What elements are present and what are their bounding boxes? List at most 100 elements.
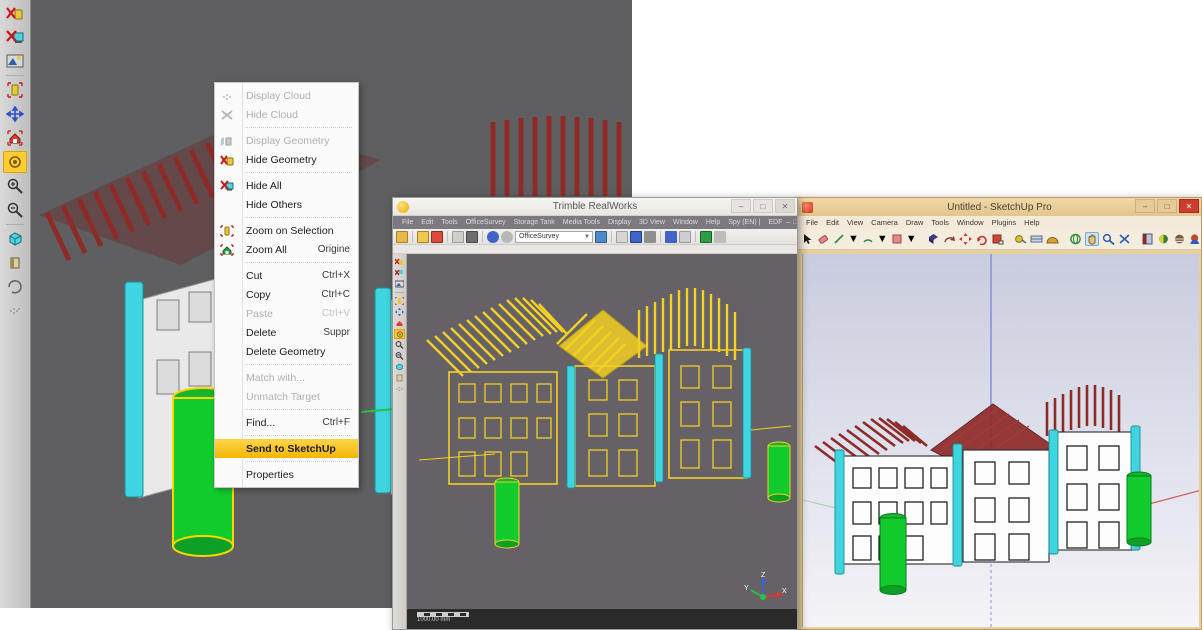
trimble-realworks-window[interactable]: Trimble RealWorks – □ ✕ File Edit Tools … <box>392 197 798 630</box>
section-icon[interactable] <box>394 373 405 383</box>
menu-3d-view[interactable]: 3D View <box>635 219 669 226</box>
menu-edf[interactable]: EDF <box>764 219 786 226</box>
open-icon[interactable] <box>396 230 408 243</box>
menu-file[interactable]: File <box>802 218 822 227</box>
cloud-icon[interactable] <box>394 384 405 394</box>
maximize-button[interactable]: □ <box>753 199 773 213</box>
hide-all-icon[interactable] <box>394 268 405 278</box>
hide-geometry-icon[interactable] <box>3 2 27 24</box>
zoom-in-icon[interactable] <box>394 340 405 350</box>
menu-item-paste[interactable]: Paste Ctrl+V <box>215 304 358 323</box>
pushpull-icon[interactable] <box>927 232 940 246</box>
inspect-icon[interactable] <box>630 230 642 243</box>
menu-item-hide-geometry[interactable]: Hide Geometry <box>215 150 358 169</box>
hide-geometry-icon[interactable] <box>394 257 405 267</box>
menu-storage-tank[interactable]: Storage Tank <box>510 219 559 226</box>
realworks-3d-viewport[interactable]: Z X Y 1000.00 mm <box>407 254 797 629</box>
menu-item-zoom-all[interactable]: Zoom All Origine <box>215 240 358 259</box>
menu-item-copy[interactable]: Copy Ctrl+C <box>215 285 358 304</box>
zoom-all-icon[interactable] <box>394 318 405 328</box>
tape-measure-icon[interactable] <box>1014 232 1027 246</box>
undo-icon[interactable] <box>487 230 499 243</box>
realworks-title-bar[interactable]: Trimble RealWorks – □ ✕ <box>393 198 797 216</box>
box-view-icon[interactable] <box>3 228 27 250</box>
menu-item-send-to-sketchup[interactable]: Send to SketchUp <box>215 439 358 458</box>
maximize-button[interactable]: □ <box>1157 199 1177 213</box>
menu-item-delete[interactable]: Delete Suppr <box>215 323 358 342</box>
zoom-all-icon[interactable] <box>3 127 27 149</box>
menu-file[interactable]: File <box>398 219 417 226</box>
menu-edit[interactable]: Edit <box>417 219 437 226</box>
list-icon[interactable] <box>452 230 464 243</box>
menu-help[interactable]: Help <box>702 219 724 226</box>
zoom-out-icon[interactable] <box>394 351 405 361</box>
menu-window[interactable]: Window <box>669 219 702 226</box>
realworks-vertical-toolbar[interactable] <box>393 254 407 629</box>
shadows-icon[interactable] <box>1157 232 1170 246</box>
report-icon[interactable] <box>714 230 726 243</box>
menu-item-unmatch-target[interactable]: Unmatch Target <box>215 387 358 406</box>
render-mode-icon[interactable] <box>3 50 27 72</box>
menu-item-hide-others[interactable]: Hide Others <box>215 195 358 214</box>
realworks-window-controls[interactable]: – □ ✕ <box>731 199 795 213</box>
box-view-icon[interactable] <box>394 362 405 372</box>
menu-media-tools[interactable]: Media Tools <box>559 219 604 226</box>
chevron-down-icon[interactable]: ▼ <box>584 234 590 240</box>
mdi-child-controls[interactable]: – □ ✕ <box>786 219 797 227</box>
zoom-extents-icon[interactable] <box>394 329 405 339</box>
section-plane-icon[interactable] <box>1141 232 1154 246</box>
redo-icon[interactable] <box>501 230 513 243</box>
sketchup-toolbar[interactable]: ▼ ▼ ▼ <box>798 228 1201 250</box>
menu-officesurvey[interactable]: OfficeSurvey <box>462 219 510 226</box>
scale-icon[interactable] <box>991 232 1004 246</box>
arc-dropdown-icon[interactable]: ▼ <box>877 232 888 246</box>
menu-item-find[interactable]: Find... Ctrl+F <box>215 413 358 432</box>
menu-window[interactable]: Window <box>953 218 988 227</box>
menu-plugins[interactable]: Plugins <box>988 218 1021 227</box>
menu-item-zoom-on-selection[interactable]: Zoom on Selection <box>215 221 358 240</box>
close-button[interactable]: ✕ <box>1179 199 1199 213</box>
minimize-button[interactable]: – <box>1135 199 1155 213</box>
section-icon[interactable] <box>3 252 27 274</box>
realworks-menu-bar[interactable]: File Edit Tools OfficeSurvey Storage Tan… <box>393 216 797 229</box>
menu-camera[interactable]: Camera <box>867 218 902 227</box>
sketchup-pro-window[interactable]: Untitled - SketchUp Pro – □ ✕ File Edit … <box>797 197 1202 630</box>
menu-item-display-cloud[interactable]: Display Cloud <box>215 86 358 105</box>
save-icon[interactable] <box>417 230 429 243</box>
fog-icon[interactable] <box>1173 232 1186 246</box>
move-icon[interactable] <box>958 232 972 246</box>
menu-item-match-with[interactable]: Match with... <box>215 368 358 387</box>
eraser-icon[interactable] <box>817 232 830 246</box>
arc-icon[interactable] <box>862 232 874 246</box>
select-arrow-icon[interactable] <box>802 232 814 246</box>
measure-icon[interactable] <box>616 230 628 243</box>
menu-display[interactable]: Display <box>604 219 635 226</box>
menu-item-cut[interactable]: Cut Ctrl+X <box>215 266 358 285</box>
menu-help[interactable]: Help <box>1020 218 1043 227</box>
background-vertical-toolbar[interactable] <box>0 0 31 608</box>
group-icon[interactable] <box>679 230 691 243</box>
pan-icon[interactable] <box>1084 231 1099 246</box>
menu-edit[interactable]: Edit <box>822 218 843 227</box>
menu-tools[interactable]: Tools <box>927 218 953 227</box>
menu-item-hide-cloud[interactable]: Hide Cloud <box>215 105 358 124</box>
followme-icon[interactable] <box>943 232 956 246</box>
zoom-out-icon[interactable] <box>3 199 27 221</box>
zoom-icon[interactable] <box>1102 232 1115 246</box>
mdi-minimize-icon[interactable]: – <box>786 219 790 227</box>
close-button[interactable]: ✕ <box>775 199 795 213</box>
menu-tools[interactable]: Tools <box>437 219 461 226</box>
menu-item-delete-geometry[interactable]: Delete Geometry <box>215 342 358 361</box>
limit-box-icon[interactable] <box>394 296 405 306</box>
dimension-icon[interactable] <box>1030 232 1043 246</box>
render-mode-icon[interactable] <box>394 279 405 289</box>
pan-icon[interactable] <box>3 103 27 125</box>
sketchup-title-bar[interactable]: Untitled - SketchUp Pro – □ ✕ <box>798 198 1201 216</box>
mdi-restore-icon[interactable]: □ <box>793 219 797 227</box>
minimize-button[interactable]: – <box>731 199 751 213</box>
rotate-view-icon[interactable] <box>665 230 677 243</box>
pick-icon[interactable] <box>644 230 656 243</box>
orbit-icon[interactable] <box>1069 232 1082 246</box>
rotate-icon[interactable] <box>3 276 27 298</box>
line-icon[interactable] <box>833 232 845 246</box>
